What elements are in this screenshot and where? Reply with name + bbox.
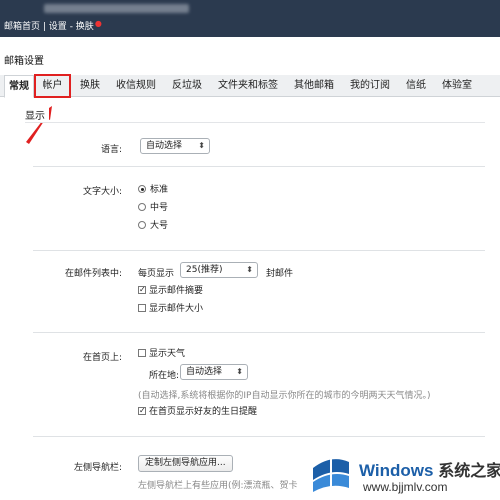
- tab-general[interactable]: 常规: [4, 75, 34, 98]
- tab-folders-labels[interactable]: 文件夹和标签: [212, 75, 284, 97]
- home-page-label: 在首页上:: [82, 353, 122, 363]
- settings-tabs: 常规 帐户 换肤 收信规则 反垃圾 文件夹和标签 其他邮箱 我的订阅 信纸 体验…: [0, 74, 500, 98]
- show-size-label: 显示邮件大小: [149, 304, 204, 314]
- watermark-title-en: Windows: [359, 461, 434, 480]
- show-size-checkbox[interactable]: 显示邮件大小: [138, 303, 203, 315]
- language-label: 语言:: [100, 145, 122, 155]
- radio-selected-icon: [138, 185, 146, 193]
- checkbox-checked-icon: [138, 284, 146, 296]
- nav-skin-link[interactable]: 换肤: [76, 22, 94, 32]
- updown-caret-icon: ⬍: [198, 141, 205, 150]
- location-label: 所在地:: [149, 371, 180, 381]
- updown-caret-icon: ⬍: [236, 367, 243, 376]
- tab-anti-spam[interactable]: 反垃圾: [166, 75, 208, 97]
- tab-account[interactable]: 帐户: [34, 74, 71, 98]
- tab-my-subscriptions[interactable]: 我的订阅: [344, 75, 396, 97]
- mail-list-label: 在邮件列表中:: [64, 269, 122, 279]
- tab-lab[interactable]: 体验室: [436, 75, 478, 97]
- left-nav-hint: 左侧导航栏上有些应用(例:漂流瓶、贺卡: [138, 481, 298, 491]
- show-summary-label: 显示邮件摘要: [149, 286, 204, 296]
- tab-stationery[interactable]: 信纸: [400, 75, 432, 97]
- font-size-medium-label: 中号: [150, 203, 169, 213]
- tab-receive-rules[interactable]: 收信规则: [110, 75, 162, 97]
- section-line: [25, 122, 485, 123]
- account-email: [44, 4, 189, 13]
- watermark: Windows 系统之家 www.bjjmlv.com: [305, 448, 500, 500]
- language-select-value: 自动选择: [146, 141, 183, 151]
- tab-other-mailboxes[interactable]: 其他邮箱: [288, 75, 340, 97]
- per-page-prefix: 每页显示: [138, 269, 175, 279]
- show-weather-label: 显示天气: [149, 349, 186, 359]
- font-size-standard-radio[interactable]: 标准: [138, 184, 168, 196]
- divider: [33, 250, 485, 251]
- nav-home-link[interactable]: 邮箱首页: [4, 22, 40, 32]
- page-title: 邮箱设置: [4, 56, 44, 67]
- left-nav-label: 左侧导航栏:: [73, 463, 122, 473]
- top-nav: 邮箱首页 | 设置 - 换肤●: [4, 19, 102, 32]
- show-summary-checkbox[interactable]: 显示邮件摘要: [138, 284, 204, 297]
- per-page-select[interactable]: 25(推荐) ⬍: [180, 262, 258, 278]
- nav-settings-link[interactable]: 设置: [49, 22, 67, 32]
- location-hint: (自动选择,系统将根据你的IP自动显示你所在的城市的今明两天天气情况。): [138, 391, 431, 401]
- radio-icon: [138, 203, 146, 211]
- watermark-title: Windows 系统之家: [359, 457, 500, 481]
- divider: [33, 166, 485, 167]
- top-bar: 邮箱首页 | 设置 - 换肤●: [0, 0, 500, 37]
- location-select[interactable]: 自动选择 ⬍: [180, 364, 248, 380]
- font-size-large-label: 大号: [150, 221, 169, 231]
- radio-icon: [138, 221, 146, 229]
- show-weather-checkbox[interactable]: 显示天气: [138, 348, 185, 360]
- windows-logo-icon: [313, 458, 349, 492]
- new-dot-icon: ●: [94, 19, 102, 28]
- per-page-suffix: 封邮件: [266, 269, 294, 279]
- section-title: 显示: [25, 107, 49, 122]
- watermark-url: www.bjjmlv.com: [363, 480, 448, 494]
- location-select-value: 自动选择: [186, 367, 223, 377]
- divider: [33, 436, 485, 437]
- font-size-label: 文字大小:: [82, 187, 122, 197]
- checkbox-icon: [138, 304, 146, 312]
- per-page-select-value: 25(推荐): [186, 265, 223, 275]
- font-size-standard-label: 标准: [150, 185, 169, 195]
- font-size-large-radio[interactable]: 大号: [138, 220, 168, 232]
- checkbox-checked-icon: [138, 405, 146, 417]
- divider: [33, 332, 485, 333]
- watermark-title-cn: 系统之家: [438, 463, 500, 480]
- customize-left-nav-button[interactable]: 定制左侧导航应用...: [138, 455, 233, 472]
- language-select[interactable]: 自动选择 ⬍: [140, 138, 210, 154]
- updown-caret-icon: ⬍: [246, 265, 253, 274]
- checkbox-icon: [138, 349, 146, 357]
- font-size-medium-radio[interactable]: 中号: [138, 202, 168, 214]
- birthday-reminder-label: 在首页显示好友的生日提醒: [149, 407, 258, 417]
- birthday-reminder-checkbox[interactable]: 在首页显示好友的生日提醒: [138, 405, 258, 418]
- tab-skin[interactable]: 换肤: [74, 75, 106, 97]
